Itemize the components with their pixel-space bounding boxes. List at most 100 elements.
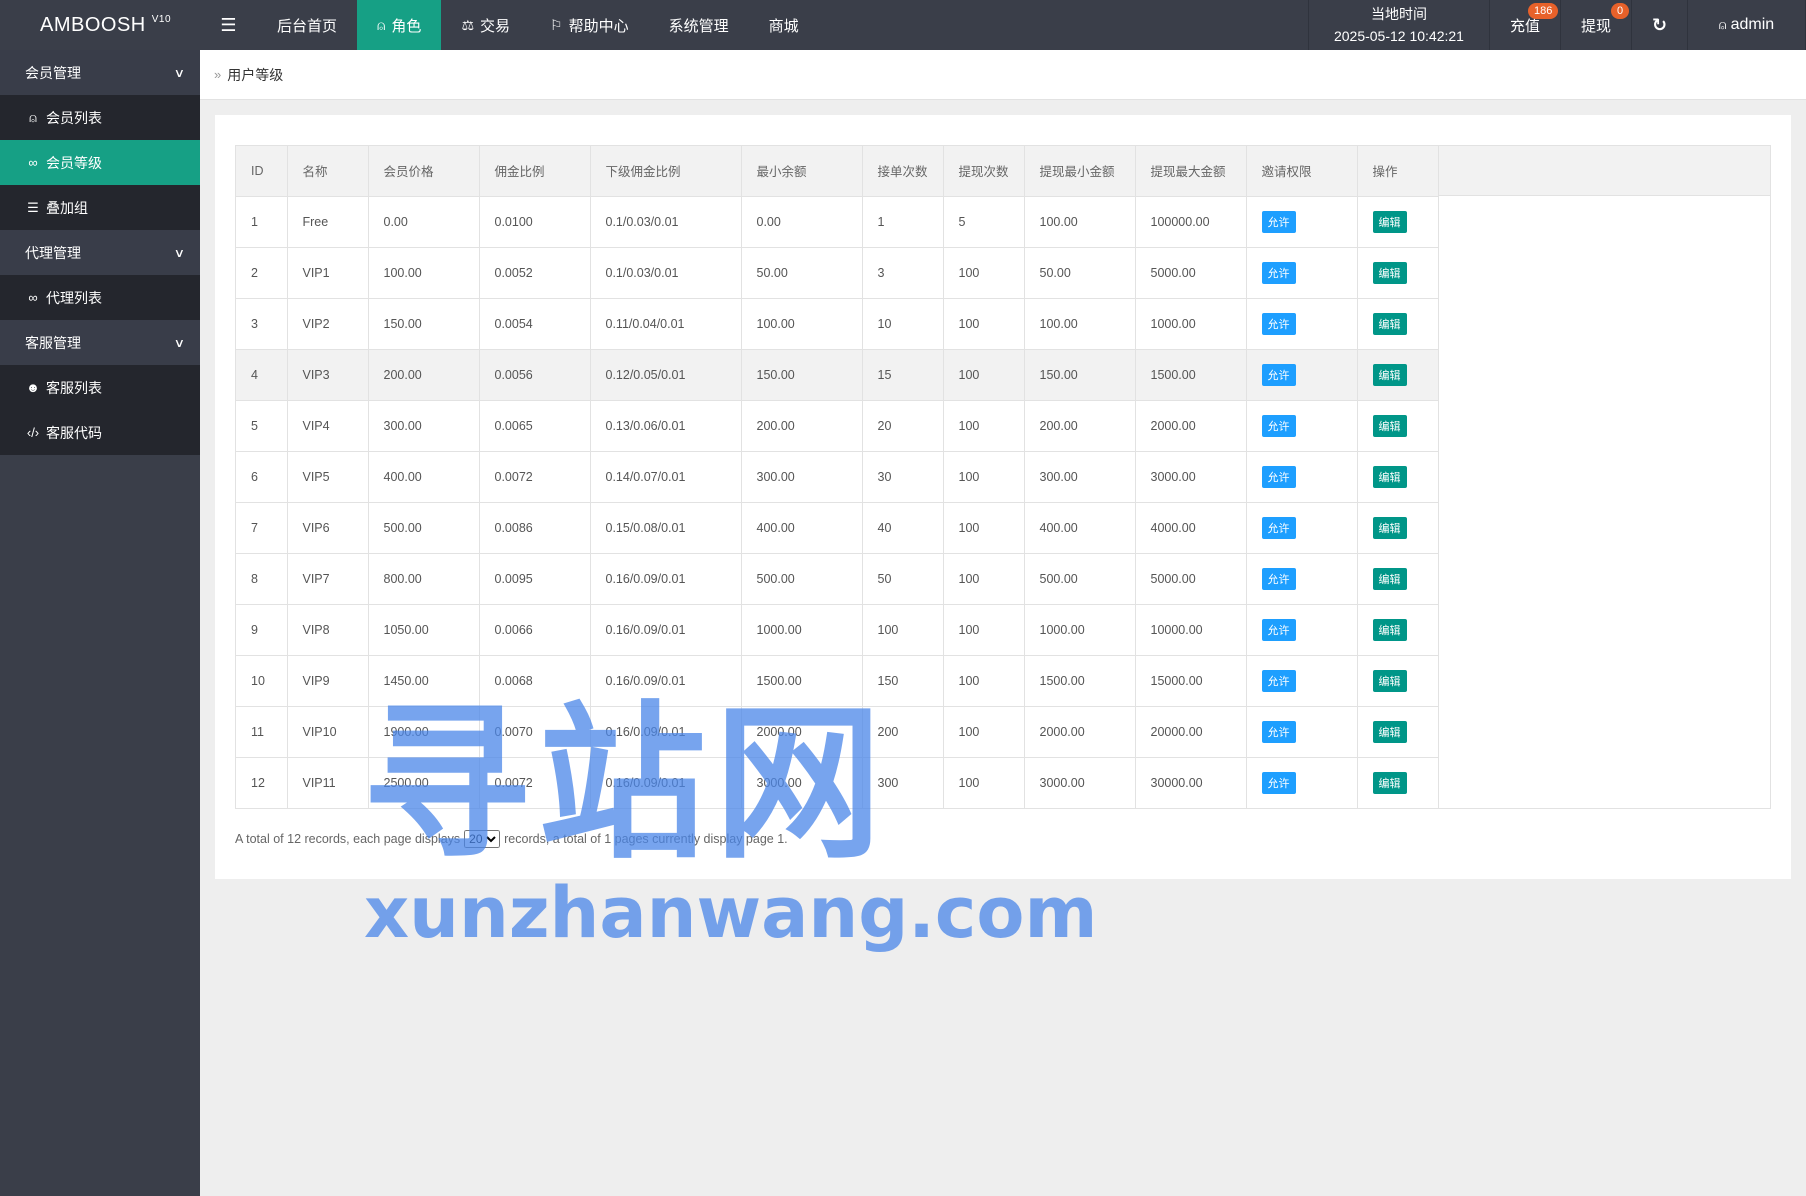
- sidebar-item-member-level[interactable]: ∞ 会员等级: [0, 140, 200, 185]
- column-header[interactable]: 操作: [1357, 146, 1439, 197]
- column-header[interactable]: 提现最大金额: [1135, 146, 1247, 197]
- table-cell: 50.00: [741, 247, 863, 299]
- column-header[interactable]: 佣金比例: [479, 146, 591, 197]
- allow-button[interactable]: 允许: [1261, 567, 1296, 590]
- table-cell: 允许: [1246, 502, 1358, 554]
- edit-button[interactable]: 编辑: [1372, 261, 1407, 284]
- refresh-icon: ↻: [1651, 14, 1668, 35]
- allow-button[interactable]: 允许: [1261, 720, 1296, 743]
- local-time: 当地时间 2025-05-12 10:42:21: [1307, 0, 1490, 50]
- allow-button[interactable]: 允许: [1261, 210, 1296, 233]
- time-label: 当地时间: [1370, 6, 1427, 22]
- table-cell: 10: [236, 655, 288, 707]
- table-cell: 10: [862, 298, 944, 350]
- edit-button[interactable]: 编辑: [1372, 669, 1407, 692]
- menu-toggle-button[interactable]: ☰: [200, 0, 257, 50]
- table-cell: 0.14/0.07/0.01: [590, 451, 742, 503]
- table-cell: VIP6: [287, 502, 369, 554]
- edit-button[interactable]: 编辑: [1372, 312, 1407, 335]
- allow-button[interactable]: 允许: [1261, 261, 1296, 284]
- table-cell: VIP11: [287, 757, 369, 809]
- recharge-button[interactable]: 充值 186: [1490, 0, 1561, 50]
- table-cell: 0.1/0.03/0.01: [590, 247, 742, 299]
- sidebar-group-agent[interactable]: 代理管理 ∨: [0, 230, 200, 275]
- menu-icon: ☰: [220, 14, 237, 35]
- column-header[interactable]: 提现最小金额: [1024, 146, 1136, 197]
- edit-button[interactable]: 编辑: [1372, 465, 1407, 488]
- sidebar-item-service-code[interactable]: ‹/› 客服代码: [0, 410, 200, 455]
- edit-button[interactable]: 编辑: [1372, 516, 1407, 539]
- table-row: 1 Free 0.00 0.0100 0.1/0.03/0.01 0.00 1 5 100.00…: [236, 196, 1439, 248]
- table-row: 5 VIP4 300.00 0.0065 0.13/0.06/0.01 200.00 20 1…: [236, 400, 1439, 452]
- edit-button[interactable]: 编辑: [1372, 720, 1407, 743]
- table-cell: 1000.00: [1024, 604, 1136, 656]
- edit-button[interactable]: 编辑: [1372, 210, 1407, 233]
- column-header[interactable]: 会员价格: [368, 146, 480, 197]
- column-header[interactable]: 下级佣金比例: [590, 146, 742, 197]
- nav-role[interactable]: ⍝ 角色: [357, 0, 442, 50]
- sidebar-item-agent-list[interactable]: ∞ 代理列表: [0, 275, 200, 320]
- top-nav: ☰ 后台首页 ⍝ 角色 ⚖ 交易 ⚐ 帮助中心 系统管理 商城: [200, 0, 819, 50]
- column-header[interactable]: 提现次数: [943, 146, 1025, 197]
- nav-shop[interactable]: 商城: [749, 0, 819, 50]
- table-cell: 1500.00: [1024, 655, 1136, 707]
- edit-button[interactable]: 编辑: [1372, 363, 1407, 386]
- table-row: 4 VIP3 200.00 0.0056 0.12/0.05/0.01 150.00 15 1…: [236, 349, 1439, 401]
- table-cell: 编辑: [1357, 655, 1439, 707]
- allow-button[interactable]: 允许: [1261, 516, 1296, 539]
- refresh-button[interactable]: ↻: [1632, 0, 1688, 50]
- column-header[interactable]: 最小余额: [741, 146, 863, 197]
- sidebar-group-service[interactable]: 客服管理 ∨: [0, 320, 200, 365]
- nav-home[interactable]: 后台首页: [257, 0, 357, 50]
- table-cell: 0.0086: [479, 502, 591, 554]
- allow-button[interactable]: 允许: [1261, 363, 1296, 386]
- nav-system[interactable]: 系统管理: [649, 0, 749, 50]
- table-cell: 15000.00: [1135, 655, 1247, 707]
- version-label: V10: [151, 13, 172, 25]
- table-cell: 100: [943, 655, 1025, 707]
- table-cell: VIP5: [287, 451, 369, 503]
- app-logo[interactable]: AMBOOSH V10: [0, 0, 200, 50]
- user-menu[interactable]: ⍝ admin: [1688, 0, 1806, 50]
- table-cell: 100000.00: [1135, 196, 1247, 248]
- edit-button[interactable]: 编辑: [1372, 771, 1407, 794]
- sidebar-item-stack-group[interactable]: ☰ 叠加组: [0, 185, 200, 230]
- table-row: 7 VIP6 500.00 0.0086 0.15/0.08/0.01 400.00 40 1…: [236, 502, 1439, 554]
- allow-button[interactable]: 允许: [1261, 465, 1296, 488]
- sidebar-item-label: 叠加组: [46, 199, 88, 216]
- table-cell: 3000.00: [1024, 757, 1136, 809]
- column-header[interactable]: 接单次数: [862, 146, 944, 197]
- allow-button[interactable]: 允许: [1261, 312, 1296, 335]
- allow-button[interactable]: 允许: [1261, 669, 1296, 692]
- sidebar-item-service-list[interactable]: ☻ 客服列表: [0, 365, 200, 410]
- user-icon: ⍝: [377, 16, 386, 33]
- table-cell: 100: [862, 604, 944, 656]
- table-cell: 5000.00: [1135, 553, 1247, 605]
- table-row: 6 VIP5 400.00 0.0072 0.14/0.07/0.01 300.00 30 1…: [236, 451, 1439, 503]
- table-cell: VIP1: [287, 247, 369, 299]
- edit-button[interactable]: 编辑: [1372, 618, 1407, 641]
- allow-button[interactable]: 允许: [1261, 618, 1296, 641]
- table-cell: 0.0052: [479, 247, 591, 299]
- sidebar-item-member-list[interactable]: ⍝ 会员列表: [0, 95, 200, 140]
- table-cell: 200.00: [368, 349, 480, 401]
- column-header[interactable]: 名称: [287, 146, 369, 197]
- table-cell: 800.00: [368, 553, 480, 605]
- sidebar-group-member[interactable]: 会员管理 ∨: [0, 50, 200, 95]
- table-cell: 300.00: [1024, 451, 1136, 503]
- allow-button[interactable]: 允许: [1261, 414, 1296, 437]
- table-cell: 1000.00: [1135, 298, 1247, 350]
- withdraw-button[interactable]: 提现 0: [1561, 0, 1632, 50]
- table-cell: 允许: [1246, 757, 1358, 809]
- column-header[interactable]: ID: [236, 146, 288, 197]
- sidebar-item-label: 代理列表: [46, 289, 102, 306]
- edit-button[interactable]: 编辑: [1372, 567, 1407, 590]
- table-cell: 0.0095: [479, 553, 591, 605]
- nav-help[interactable]: ⚐ 帮助中心: [530, 0, 649, 50]
- nav-label: 交易: [480, 17, 511, 35]
- column-header[interactable]: 邀请权限: [1246, 146, 1358, 197]
- edit-button[interactable]: 编辑: [1372, 414, 1407, 437]
- nav-trade[interactable]: ⚖ 交易: [441, 0, 530, 50]
- table-cell: VIP4: [287, 400, 369, 452]
- allow-button[interactable]: 允许: [1261, 771, 1296, 794]
